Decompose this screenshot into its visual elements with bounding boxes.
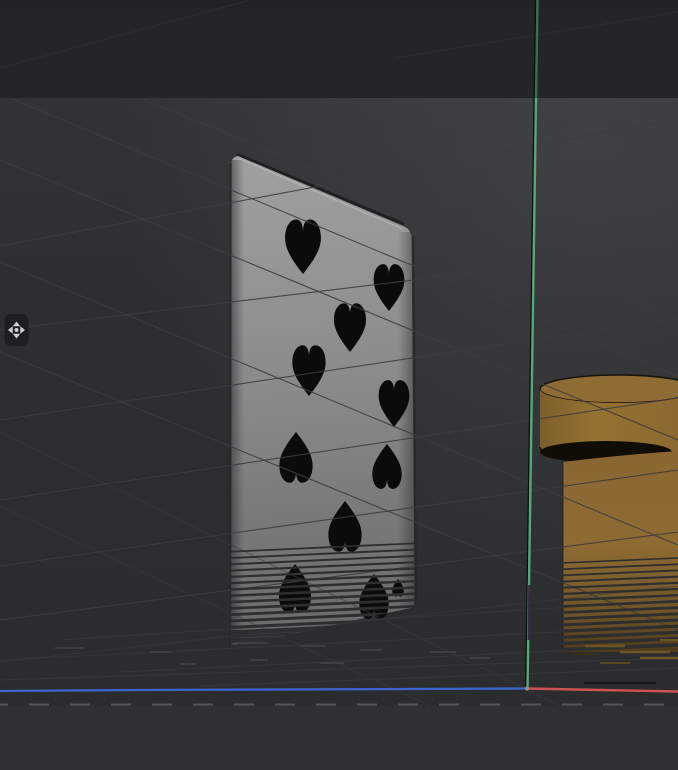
scene-canvas[interactable] (0, 0, 678, 770)
viewport-footer (0, 705, 678, 770)
viewport-3d[interactable] (0, 0, 678, 770)
y-axis-line-far (536, 0, 538, 98)
card-left-shading (230, 160, 244, 648)
sky-background (0, 0, 678, 98)
axis-occluded-segment (529, 585, 530, 640)
move-tool-gizmo[interactable] (5, 314, 29, 346)
origin-point (525, 686, 529, 690)
